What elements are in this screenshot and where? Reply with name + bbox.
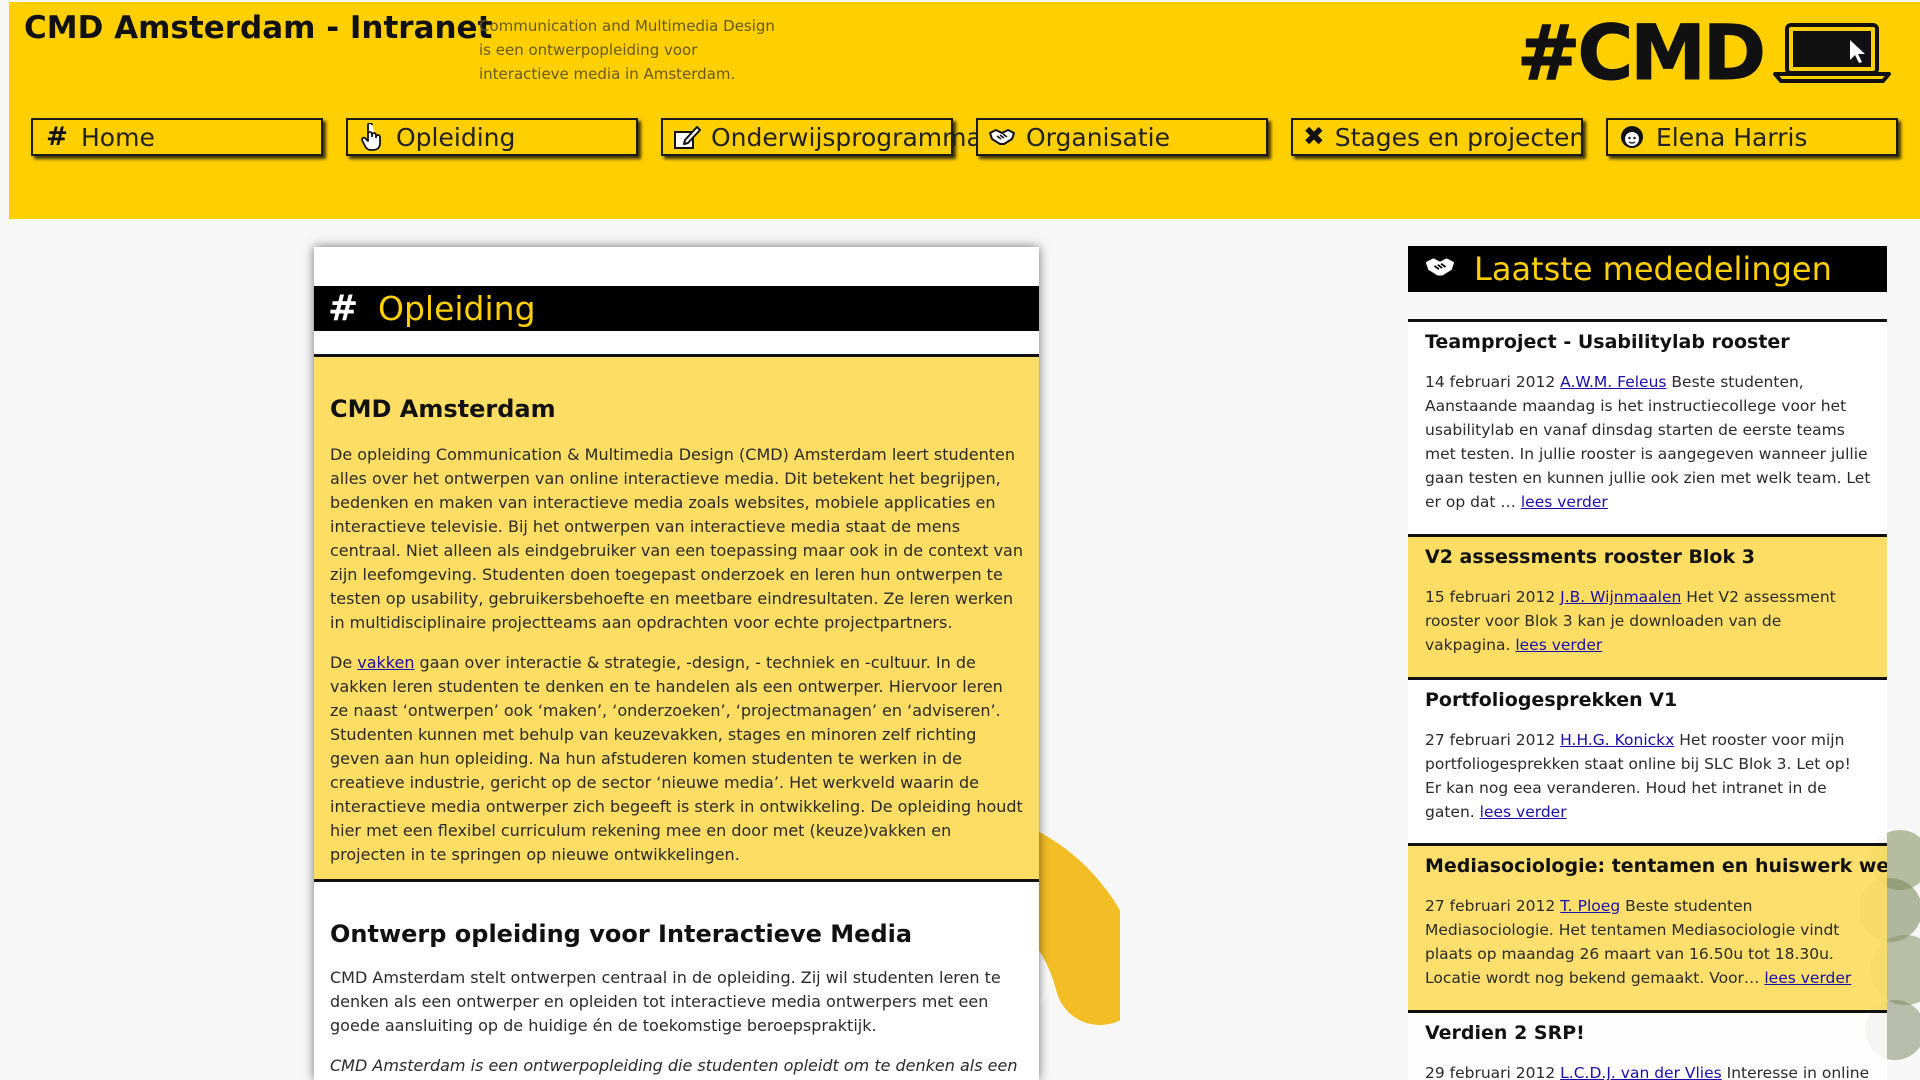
site-header: CMD Amsterdam - Intranet Communication a… <box>9 2 1920 219</box>
section-heading: CMD Amsterdam <box>330 395 556 423</box>
handshake-icon <box>1424 256 1458 282</box>
article-title-bar: # Opleiding <box>314 286 1039 331</box>
article-section-ontwerp-opleiding: Ontwerp opleiding voor Interactieve Medi… <box>314 879 1039 1080</box>
cmd-logo[interactable]: #CMD <box>1516 8 1891 97</box>
read-more-link[interactable]: lees verder <box>1480 803 1567 821</box>
nav-label: Stages en projecten <box>1334 122 1586 152</box>
section-paragraph: De vakken gaan over interactie & strateg… <box>330 653 1023 864</box>
news-item: Mediasociologie: tentamen en huiswerk we… <box>1408 843 1887 1010</box>
hash-icon: # <box>328 288 359 329</box>
news-title[interactable]: Verdien 2 SRP! <box>1425 1020 1871 1046</box>
news-body: 27 februari 2012 H.H.G. Konickx Het roos… <box>1425 731 1851 821</box>
author-link[interactable]: J.B. Wijnmaalen <box>1560 588 1681 606</box>
user-face-icon <box>1618 123 1646 151</box>
article-panel: # Opleiding CMD Amsterdam De opleiding C… <box>314 247 1039 1080</box>
section-heading: Ontwerp opleiding voor Interactieve Medi… <box>330 920 913 948</box>
section-paragraph: De opleiding Communication & Multimedia … <box>330 445 1023 632</box>
sidebar-title-bar: Laatste mededelingen <box>1408 246 1887 292</box>
article-title: Opleiding <box>378 289 536 328</box>
news-item: Portfoliogesprekken V1 27 februari 2012 … <box>1408 677 1887 843</box>
news-title[interactable]: Mediasociologie: tentamen en huiswerk we… <box>1425 853 1887 879</box>
nav-organisatie[interactable]: Organisatie <box>976 118 1268 156</box>
site-tagline: Communication and Multimedia Design is e… <box>479 17 775 83</box>
news-item: Verdien 2 SRP! 29 februari 2012 L.C.D.J.… <box>1408 1010 1887 1080</box>
read-more-link[interactable]: lees verder <box>1521 493 1608 511</box>
author-link[interactable]: H.H.G. Konickx <box>1560 731 1674 749</box>
nav-stages-en-projecten[interactable]: ✖ Stages en projecten <box>1291 118 1586 156</box>
vakken-link[interactable]: vakken <box>357 653 414 672</box>
news-title[interactable]: Teamproject - Usabilitylab rooster <box>1425 329 1871 355</box>
news-body: 14 februari 2012 A.W.M. Feleus Beste stu… <box>1425 373 1871 511</box>
nav-onderwijsprogramma[interactable]: Onderwijsprogramma <box>661 118 982 156</box>
nav-user-account[interactable]: Elena Harris <box>1606 118 1898 156</box>
nav-label: Organisatie <box>1026 122 1170 152</box>
sidebar-title: Laatste mededelingen <box>1474 250 1832 288</box>
news-item: V2 assessments rooster Blok 3 15 februar… <box>1408 534 1887 677</box>
nav-home[interactable]: # Home <box>31 118 323 156</box>
read-more-link[interactable]: lees verder <box>1515 636 1602 654</box>
section-paragraph: CMD Amsterdam is een ontwerpopleiding di… <box>330 1056 1018 1075</box>
author-link[interactable]: A.W.M. Feleus <box>1560 373 1666 391</box>
news-item: Teamproject - Usabilitylab rooster 14 fe… <box>1408 319 1887 534</box>
site-title[interactable]: CMD Amsterdam - Intranet <box>24 10 492 46</box>
hand-pointer-icon <box>358 123 386 151</box>
author-link[interactable]: L.C.D.J. van der Vlies <box>1560 1064 1722 1080</box>
news-body: 29 februari 2012 L.C.D.J. van der Vlies … <box>1425 1064 1870 1080</box>
news-title[interactable]: Portfoliogesprekken V1 <box>1425 687 1871 713</box>
pencil-note-icon <box>673 123 701 151</box>
cross-tools-icon: ✖ <box>1303 122 1325 152</box>
logo-text: #CMD <box>1516 8 1766 97</box>
hash-icon: # <box>46 122 68 152</box>
section-paragraph: CMD Amsterdam stelt ontwerpen centraal i… <box>330 968 1001 1035</box>
author-link[interactable]: T. Ploeg <box>1560 897 1620 915</box>
news-body: 27 februari 2012 T. Ploeg Beste studente… <box>1425 897 1852 987</box>
laptop-cursor-icon <box>1773 23 1891 83</box>
nav-label: Opleiding <box>396 122 516 152</box>
news-title[interactable]: V2 assessments rooster Blok 3 <box>1425 544 1871 570</box>
handshake-icon <box>988 123 1016 151</box>
article-section-cmd-amsterdam: CMD Amsterdam De opleiding Communication… <box>314 354 1039 882</box>
nav-label: Elena Harris <box>1656 122 1808 152</box>
read-more-link[interactable]: lees verder <box>1764 969 1851 987</box>
nav-opleiding[interactable]: Opleiding <box>346 118 638 156</box>
nav-label: Home <box>81 122 155 152</box>
nav-label: Onderwijsprogramma <box>711 122 982 152</box>
news-body: 15 februari 2012 J.B. Wijnmaalen Het V2 … <box>1425 588 1836 654</box>
